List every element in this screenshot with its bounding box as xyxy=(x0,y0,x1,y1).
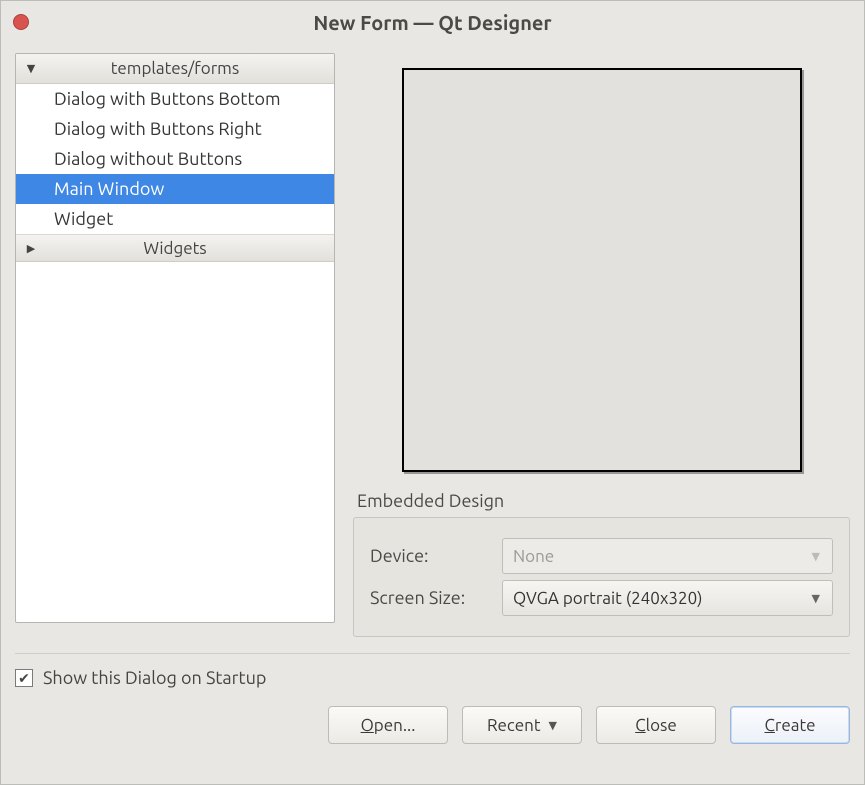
tree-group-forms-label: templates/forms xyxy=(46,59,334,78)
device-label: Device: xyxy=(370,546,490,566)
close-button-label: Close xyxy=(635,716,677,735)
screen-size-label: Screen Size: xyxy=(370,588,490,608)
window-title: New Form — Qt Designer xyxy=(1,11,864,34)
create-button-label: Create xyxy=(764,716,815,735)
screen-size-combo-value: QVGA portrait (240x320) xyxy=(513,589,703,608)
titlebar: New Form — Qt Designer xyxy=(1,1,864,43)
tree-group-widgets[interactable]: ▶ Widgets xyxy=(16,234,334,262)
new-form-dialog: New Form — Qt Designer ▼ templates/forms… xyxy=(0,0,865,785)
embedded-design-body: Device: None ▼ Screen Size: QVGA portrai… xyxy=(353,517,850,637)
tree-group-forms[interactable]: ▼ templates/forms xyxy=(16,54,334,84)
device-row: Device: None ▼ xyxy=(370,538,833,574)
open-button-label: Open... xyxy=(361,716,416,735)
tree-item-dialog-no-buttons[interactable]: Dialog without Buttons xyxy=(16,144,334,174)
recent-button[interactable]: Recent ▼ xyxy=(462,706,582,744)
button-row: Open... Recent ▼ Close Create xyxy=(1,688,864,758)
tree-group-widgets-label: Widgets xyxy=(46,239,334,258)
embedded-design-title: Embedded Design xyxy=(353,491,850,511)
screen-size-combo[interactable]: QVGA portrait (240x320) ▼ xyxy=(502,580,833,616)
startup-checkbox-label[interactable]: Show this Dialog on Startup xyxy=(43,668,266,688)
tree-items: Dialog with Buttons Bottom Dialog with B… xyxy=(16,84,334,622)
tree-item-dialog-buttons-right[interactable]: Dialog with Buttons Right xyxy=(16,114,334,144)
startup-row: ✔ Show this Dialog on Startup xyxy=(1,654,864,688)
template-tree[interactable]: ▼ templates/forms Dialog with Buttons Bo… xyxy=(15,53,335,623)
startup-checkbox[interactable]: ✔ xyxy=(15,669,33,687)
device-combo: None ▼ xyxy=(502,538,833,574)
chevron-right-icon: ▶ xyxy=(16,242,46,255)
recent-button-label: Recent xyxy=(487,716,541,735)
chevron-down-icon: ▼ xyxy=(16,62,46,75)
close-icon[interactable] xyxy=(13,14,29,30)
chevron-down-icon: ▼ xyxy=(812,592,820,605)
dialog-content: ▼ templates/forms Dialog with Buttons Bo… xyxy=(1,43,864,637)
open-button[interactable]: Open... xyxy=(328,706,448,744)
close-button[interactable]: Close xyxy=(596,706,716,744)
right-pane: Embedded Design Device: None ▼ Screen Si… xyxy=(353,53,850,637)
tree-item-widget[interactable]: Widget xyxy=(16,204,334,234)
embedded-design-group: Embedded Design Device: None ▼ Screen Si… xyxy=(353,491,850,637)
device-combo-value: None xyxy=(513,547,554,566)
tree-item-main-window[interactable]: Main Window xyxy=(16,174,334,204)
chevron-down-icon: ▼ xyxy=(549,719,557,732)
form-preview xyxy=(402,68,802,472)
screen-size-row: Screen Size: QVGA portrait (240x320) ▼ xyxy=(370,580,833,616)
chevron-down-icon: ▼ xyxy=(812,550,820,563)
create-button[interactable]: Create xyxy=(730,706,850,744)
tree-item-dialog-buttons-bottom[interactable]: Dialog with Buttons Bottom xyxy=(16,84,334,114)
